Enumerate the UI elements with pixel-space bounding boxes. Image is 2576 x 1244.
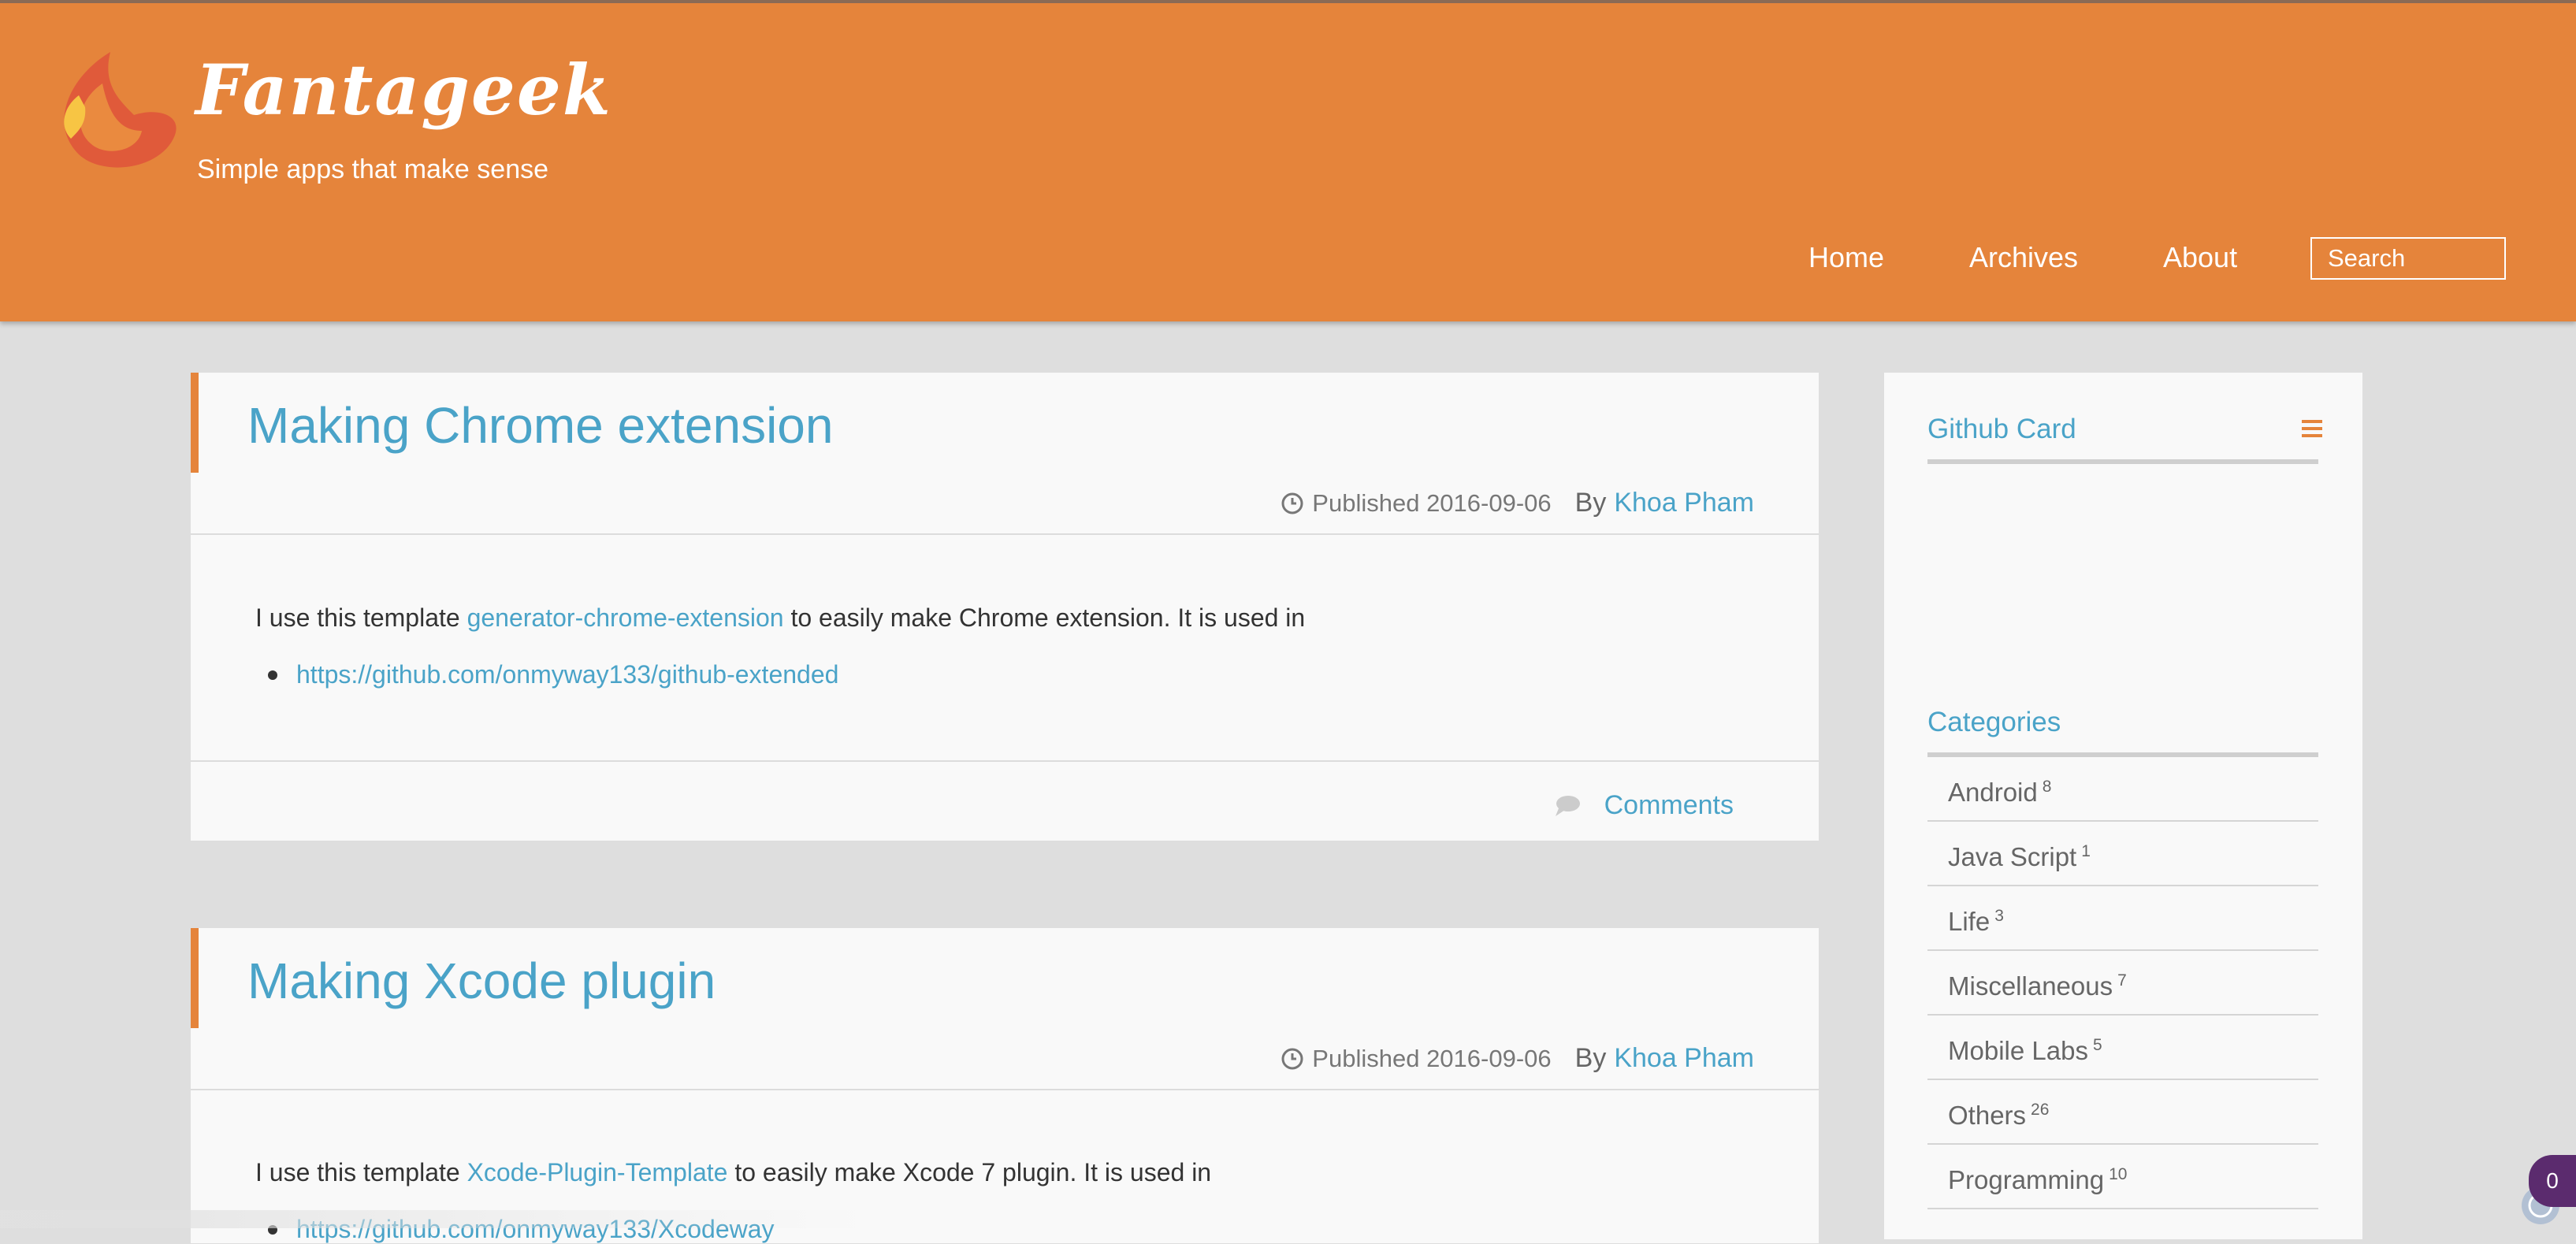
category-count: 3: [1994, 907, 2004, 925]
post-title[interactable]: Making Xcode plugin: [247, 952, 716, 1010]
category-item[interactable]: Life 3: [1927, 886, 2318, 951]
flame-logo-icon[interactable]: [55, 52, 181, 170]
post-by-label: By: [1574, 488, 1607, 518]
category-item[interactable]: Others 26: [1927, 1080, 2318, 1145]
categories-title: Categories: [1927, 707, 2061, 737]
post-body-link[interactable]: generator-chrome-extension: [467, 603, 784, 632]
category-count: 1: [2081, 842, 2091, 860]
notification-badge[interactable]: 0: [2529, 1155, 2576, 1207]
post-accent-bar: [191, 373, 199, 473]
comment-bubble-icon: [1555, 795, 1580, 816]
category-name[interactable]: Java Script: [1948, 842, 2076, 871]
search-input[interactable]: [2310, 237, 2506, 280]
category-count: 26: [2031, 1101, 2050, 1119]
menu-icon[interactable]: [2302, 418, 2322, 439]
category-item[interactable]: Android 8: [1927, 757, 2318, 822]
post-divider: [191, 1089, 1819, 1090]
clock-icon: [1281, 1048, 1303, 1069]
post-comments-link[interactable]: Comments: [1554, 790, 1734, 821]
category-name[interactable]: Others: [1948, 1101, 2026, 1130]
post-author-link[interactable]: Khoa Pham: [1614, 1043, 1754, 1074]
clock-icon: [1281, 492, 1303, 514]
post-meta: Published 2016-09-06 By Khoa Pham: [1281, 1043, 1754, 1074]
post-title[interactable]: Making Chrome extension: [247, 396, 833, 455]
post-body-text: I use this template Xcode-Plugin-Templat…: [255, 1158, 1211, 1187]
category-name[interactable]: Miscellaneous: [1948, 971, 2113, 1001]
post-divider: [191, 533, 1819, 535]
comments-label[interactable]: Comments: [1604, 790, 1734, 821]
post-card: Making Chrome extension Published 2016-0…: [191, 373, 1819, 841]
post-body-prefix: I use this template: [255, 603, 467, 632]
category-item[interactable]: Miscellaneous 7: [1927, 951, 2318, 1016]
post-list-link[interactable]: https://github.com/onmyway133/github-ext…: [296, 660, 838, 689]
post-meta: Published 2016-09-06 By Khoa Pham: [1281, 488, 1754, 518]
post-body-prefix: I use this template: [255, 1158, 467, 1186]
post-body-suffix: to easily make Xcode 7 plugin. It is use…: [727, 1158, 1212, 1186]
github-card-title: Github Card: [1927, 414, 2076, 444]
post-body-suffix: to easily make Chrome extension. It is u…: [783, 603, 1306, 632]
sidebar: Github Card Categories Android 8 Java Scr…: [1884, 373, 2362, 1239]
category-item[interactable]: Mobile Labs 5: [1927, 1016, 2318, 1080]
post-body-link[interactable]: Xcode-Plugin-Template: [467, 1158, 728, 1186]
post-footer-divider: [191, 760, 1819, 762]
site-tagline: Simple apps that make sense: [197, 154, 549, 184]
post-by-label: By: [1574, 1043, 1607, 1073]
bottom-fade: [0, 1210, 867, 1228]
list-item: https://github.com/onmyway133/github-ext…: [268, 660, 838, 689]
category-name[interactable]: Mobile Labs: [1948, 1036, 2088, 1065]
github-card-rule: [1927, 459, 2318, 464]
nav-about-link[interactable]: About: [2163, 241, 2237, 274]
category-name[interactable]: Programming: [1948, 1165, 2104, 1194]
nav-archives-link[interactable]: Archives: [1969, 241, 2078, 274]
bullet-icon: [268, 670, 277, 680]
nav-home-link[interactable]: Home: [1808, 241, 1884, 274]
post-author-link[interactable]: Khoa Pham: [1614, 488, 1754, 518]
site-title[interactable]: Fantageek: [195, 49, 612, 131]
category-name[interactable]: Life: [1948, 907, 1990, 936]
category-count: 7: [2117, 971, 2127, 990]
category-item[interactable]: Programming 10: [1927, 1145, 2318, 1209]
category-count: 10: [2109, 1165, 2128, 1183]
category-item[interactable]: Java Script 1: [1927, 822, 2318, 886]
category-name[interactable]: Android: [1948, 778, 2038, 807]
site-header: Fantageek Simple apps that make sense Ho…: [0, 0, 2576, 321]
post-body-text: I use this template generator-chrome-ext…: [255, 603, 1305, 633]
category-count: 5: [2092, 1036, 2102, 1054]
post-accent-bar: [191, 928, 199, 1028]
post-published-date: Published 2016-09-06: [1312, 1044, 1552, 1072]
post-card: Making Xcode plugin Published 2016-09-06…: [191, 928, 1819, 1243]
post-published-date: Published 2016-09-06: [1312, 488, 1552, 517]
category-count: 8: [2042, 778, 2052, 796]
